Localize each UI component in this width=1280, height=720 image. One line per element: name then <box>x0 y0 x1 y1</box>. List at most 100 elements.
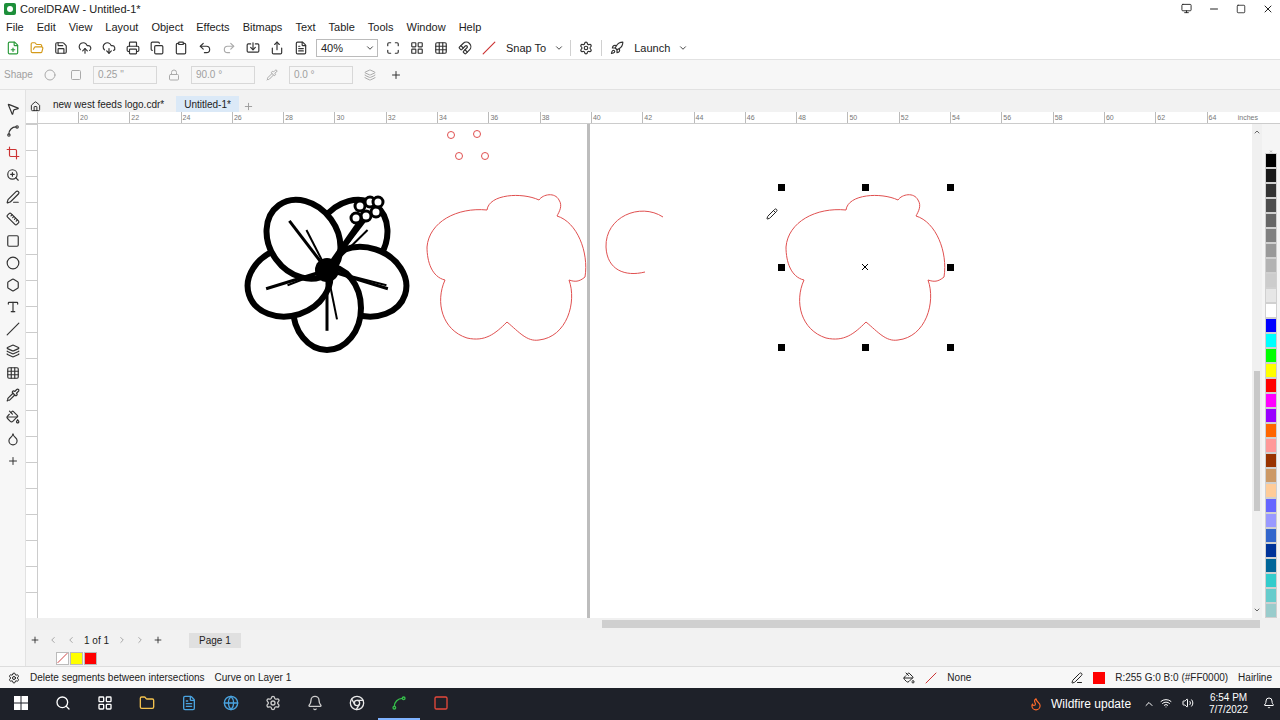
color-swatch[interactable] <box>1265 513 1277 528</box>
app-button[interactable] <box>252 688 294 720</box>
polygon-tool-icon[interactable] <box>4 276 22 294</box>
selection-handle[interactable] <box>778 184 785 191</box>
canvas-right-view[interactable] <box>590 124 1252 618</box>
document-tab[interactable]: new west feeds logo.cdr* <box>45 96 172 112</box>
canvas-left-view[interactable] <box>38 124 587 618</box>
tray-button[interactable] <box>1155 688 1177 720</box>
document-swatch[interactable] <box>56 652 69 665</box>
selection-handle[interactable] <box>778 264 785 271</box>
menu-item[interactable]: File <box>6 21 24 33</box>
eyedropper-tool-icon[interactable] <box>4 386 22 404</box>
outline-pen-icon[interactable] <box>1071 672 1083 684</box>
connector-tool-icon[interactable] <box>4 320 22 338</box>
grid-icon[interactable] <box>432 39 450 57</box>
small-circle[interactable] <box>448 132 455 139</box>
color-swatch[interactable] <box>1265 348 1277 363</box>
color-swatch[interactable] <box>1265 543 1277 558</box>
minimize-icon[interactable] <box>1208 3 1220 15</box>
menu-item[interactable]: Tools <box>368 21 394 33</box>
document-swatch[interactable] <box>70 652 83 665</box>
color-swatch[interactable] <box>1265 273 1277 288</box>
color-swatch[interactable] <box>1265 198 1277 213</box>
crop-tool-icon[interactable] <box>4 144 22 162</box>
add-icon[interactable] <box>387 66 405 84</box>
transparency-tool-icon[interactable] <box>4 364 22 382</box>
vertical-scrollbar[interactable] <box>1252 124 1262 618</box>
color-swatch[interactable] <box>1265 438 1277 453</box>
document-swatch[interactable] <box>84 652 97 665</box>
zoom-field[interactable]: 40% <box>316 39 378 57</box>
selection-handle[interactable] <box>947 184 954 191</box>
notification-text[interactable]: Wildfire update <box>1051 697 1131 711</box>
shadow-tool-icon[interactable] <box>4 342 22 360</box>
full-screen-icon[interactable] <box>384 39 402 57</box>
color-swatch[interactable] <box>1265 333 1277 348</box>
menu-item[interactable]: Text <box>295 21 315 33</box>
color-swatch[interactable] <box>1265 363 1277 378</box>
fill-icon[interactable] <box>903 672 915 684</box>
clock[interactable]: 6:54 PM7/7/2022 <box>1199 692 1258 716</box>
selection-handle[interactable] <box>862 184 869 191</box>
cloud-upload-icon[interactable] <box>76 39 94 57</box>
color-swatch[interactable] <box>1265 378 1277 393</box>
color-swatch[interactable] <box>1265 603 1277 618</box>
last-page-icon[interactable] <box>135 635 145 645</box>
maximize-icon[interactable] <box>1236 4 1246 14</box>
paste-icon[interactable] <box>172 39 190 57</box>
arc-segment[interactable] <box>606 211 663 273</box>
snap-off-icon[interactable] <box>480 39 498 57</box>
close-icon[interactable] <box>1262 3 1274 15</box>
menu-item[interactable]: Object <box>151 21 183 33</box>
lock-icon[interactable] <box>165 66 183 84</box>
redo-icon[interactable] <box>220 39 238 57</box>
import-icon[interactable] <box>244 39 262 57</box>
pipette-icon[interactable] <box>263 66 281 84</box>
ellipse-tool-icon[interactable] <box>4 254 22 272</box>
color-swatch[interactable] <box>1265 588 1277 603</box>
outline-width-field[interactable]: 0.25 " <box>93 66 157 84</box>
circle-icon[interactable] <box>41 66 59 84</box>
cloud-download-icon[interactable] <box>100 39 118 57</box>
color-swatch[interactable] <box>1265 558 1277 573</box>
launch-button[interactable]: Launch <box>632 42 672 54</box>
settings-icon[interactable] <box>8 672 20 684</box>
small-circle[interactable] <box>482 153 489 160</box>
app-button[interactable] <box>294 688 336 720</box>
color-swatch[interactable] <box>1265 318 1277 333</box>
fill-tool-icon[interactable] <box>4 408 22 426</box>
first-page-icon[interactable] <box>48 635 58 645</box>
menu-item[interactable]: Window <box>407 21 446 33</box>
hibiscus-drawing[interactable] <box>239 185 416 350</box>
horizontal-scrollbar[interactable] <box>26 618 1280 630</box>
save-icon[interactable] <box>52 39 70 57</box>
scroll-down-icon[interactable] <box>1253 606 1261 614</box>
pdf-icon[interactable] <box>292 39 310 57</box>
zoom-tool-icon[interactable] <box>4 166 22 184</box>
pick-tool-icon[interactable] <box>4 100 22 118</box>
color-swatch[interactable] <box>1265 393 1277 408</box>
menu-item[interactable]: Help <box>459 21 482 33</box>
color-swatch[interactable] <box>1265 243 1277 258</box>
shape-tool-icon[interactable] <box>4 122 22 140</box>
color-swatch[interactable] <box>1265 213 1277 228</box>
file-explorer-button[interactable] <box>126 688 168 720</box>
color-swatch[interactable] <box>1265 258 1277 273</box>
color-swatch[interactable] <box>1265 153 1277 168</box>
freehand-tool-icon[interactable] <box>4 188 22 206</box>
color-swatch[interactable] <box>1265 228 1277 243</box>
add-tool-icon[interactable] <box>4 452 22 470</box>
color-swatch[interactable] <box>1265 453 1277 468</box>
layers-icon[interactable] <box>361 66 379 84</box>
task-view-button[interactable] <box>84 688 126 720</box>
color-swatch[interactable] <box>1265 528 1277 543</box>
chrome-button[interactable] <box>336 688 378 720</box>
color-swatch[interactable] <box>1265 303 1277 318</box>
dropdown-icon[interactable] <box>554 43 564 53</box>
snap-to-button[interactable]: Snap To <box>504 42 548 54</box>
angle-field[interactable]: 90.0 ° <box>191 66 255 84</box>
options-icon[interactable] <box>577 39 595 57</box>
app-button[interactable] <box>420 688 462 720</box>
tray-button[interactable] <box>1177 688 1199 720</box>
start-button[interactable] <box>0 688 42 720</box>
selection-handle[interactable] <box>862 344 869 351</box>
